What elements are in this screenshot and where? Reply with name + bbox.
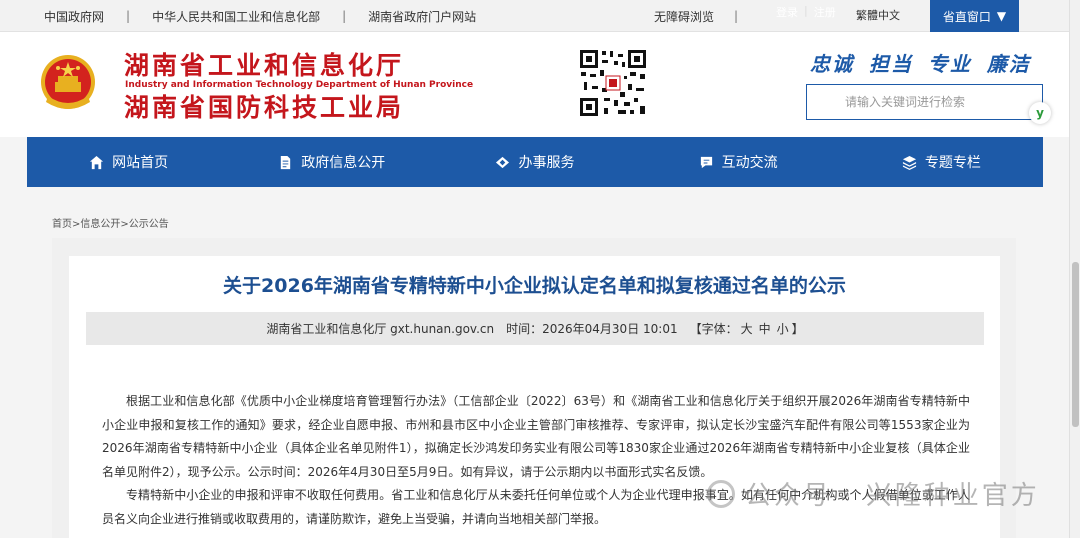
nav-item-label: 互动交流 [721, 155, 778, 171]
nav-item-home[interactable]: 网站首页 [27, 137, 230, 187]
nav-item-interaction[interactable]: 互动交流 [637, 137, 840, 187]
nav-item-services[interactable]: 办事服务 [433, 137, 636, 187]
qr-code-icon [578, 48, 648, 118]
login-link[interactable]: 登录 [776, 4, 798, 20]
watermark: 公众号 · 兴隆种业官方 [707, 475, 1040, 512]
breadcrumb[interactable]: 首页>信息公开>公示公告 [52, 215, 169, 230]
font-size-label-end: 】 [791, 322, 804, 336]
national-emblem-icon [38, 52, 98, 114]
article-title: 关于2026年湖南省专精特新中小企业拟认定名单和拟复核通过名单的公示 [223, 275, 846, 297]
top-links: 中国政府网 | 中华人民共和国工业和信息化部 | 湖南省政府门户网站 [44, 0, 476, 32]
nav-item-label: 专题专栏 [924, 155, 981, 171]
font-size-small-button[interactable]: 小 [777, 320, 789, 337]
search-box [806, 84, 1043, 120]
top-right-links: 无障碍浏览 | [654, 0, 758, 32]
nav-item-gov-info[interactable]: 政府信息公开 [230, 137, 433, 187]
bureau-title: 湖南省国防科技工业局 [124, 93, 405, 122]
separator: | [804, 4, 808, 17]
service-icon [496, 156, 510, 168]
separator: | [342, 9, 347, 23]
triangle-down-icon: ▼ [996, 9, 1007, 23]
login-register: 登录 | 注册 [776, 4, 836, 20]
window-button-label: 省直窗口 [942, 9, 991, 24]
scrollbar-thumb[interactable] [1072, 262, 1079, 427]
top-bar: 中国政府网 | 中华人民共和国工业和信息化部 | 湖南省政府门户网站 无障碍浏览… [0, 0, 1080, 32]
slogan: 忠诚 担当 专业 廉洁 [810, 52, 1031, 76]
home-icon [90, 155, 104, 169]
separator: | [126, 9, 131, 23]
nav-item-label: 办事服务 [518, 155, 575, 171]
layers-icon [902, 155, 916, 170]
separator: | [734, 9, 739, 23]
chat-icon [700, 156, 712, 168]
department-title: 湖南省工业和信息化厅 [124, 51, 405, 80]
article-source: 湖南省工业和信息化厅 gxt.hunan.gov.cn [266, 322, 495, 336]
nav-item-label: 网站首页 [112, 155, 169, 171]
page-scrollbar[interactable] [1069, 0, 1080, 538]
watermark-text: 公众号 · 兴隆种业官方 [745, 481, 1040, 511]
nav-item-special-topics[interactable]: 专题专栏 [840, 137, 1043, 187]
link-hunan-portal[interactable]: 湖南省政府门户网站 [368, 8, 476, 25]
assistant-badge-icon[interactable]: y [1029, 102, 1051, 124]
link-gov-cn[interactable]: 中国政府网 [44, 8, 104, 25]
article-paragraph: 根据工业和信息化部《优质中小企业梯度培育管理暂行办法》（工信部企业〔2022〕6… [102, 394, 970, 479]
font-size-medium-button[interactable]: 中 [759, 320, 771, 337]
nav-item-label: 政府信息公开 [301, 155, 386, 171]
document-icon [281, 155, 291, 169]
article-time: 时间：2026年04月30日 10:01 [506, 322, 678, 336]
traditional-chinese-link[interactable]: 繁體中文 [856, 0, 900, 32]
main-nav: 网站首页 政府信息公开 办事服务 互动交流 专题专栏 [27, 137, 1043, 187]
font-size-large-button[interactable]: 大 [741, 320, 753, 337]
wechat-logo-icon [707, 479, 735, 508]
window-dropdown-button[interactable]: 省直窗口 ▼ [930, 0, 1019, 32]
search-input[interactable] [807, 85, 1042, 119]
site-header: 湖南省工业和信息化厅 Industry and Information Tech… [0, 32, 1080, 137]
link-miit[interactable]: 中华人民共和国工业和信息化部 [152, 8, 320, 25]
accessibility-link[interactable]: 无障碍浏览 [654, 8, 714, 25]
font-size-label: 【字体： [689, 322, 738, 336]
register-link[interactable]: 注册 [814, 4, 836, 20]
article-meta: 湖南省工业和信息化厅 gxt.hunan.gov.cn 时间：2026年04月3… [86, 312, 984, 345]
